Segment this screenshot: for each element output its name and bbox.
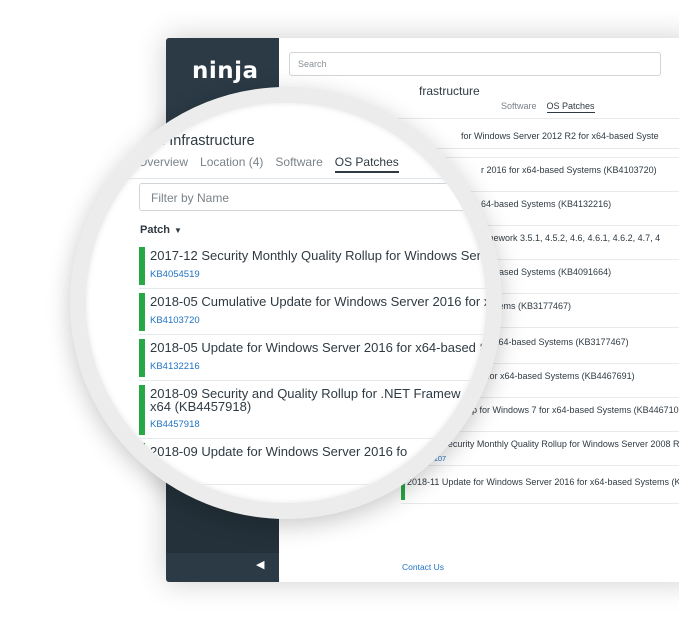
- patch-title: 2017-12 Security Monthly Quality Rollup …: [150, 248, 488, 263]
- page-title: ernal Infrastructure: [133, 133, 255, 149]
- ninja-logo[interactable]: ninja: [192, 58, 259, 84]
- patch-title: 64-based Systems (KB4132216): [481, 199, 612, 209]
- tab-software-bg[interactable]: Software: [501, 101, 537, 111]
- tab-overview[interactable]: Overview: [138, 155, 188, 169]
- magnifier-lens: ernal Infrastructure Overview Location (4…: [70, 87, 502, 519]
- sort-caret-icon: ▼: [173, 226, 182, 235]
- kb-link[interactable]: KB4132216: [150, 361, 200, 372]
- table-row[interactable]: 2018-05 Cumulative Update for Windows Se…: [139, 289, 486, 335]
- status-bar: [139, 293, 145, 331]
- status-bar: [139, 443, 145, 481]
- tab-software[interactable]: Software: [275, 155, 322, 169]
- table-row[interactable]: 2018-05 Update for Windows Server 2016 f…: [139, 335, 486, 381]
- patch-title-line2: x64 (KB4457918): [150, 399, 252, 414]
- filter-input[interactable]: Filter by Name: [139, 183, 486, 211]
- kb-link[interactable]: KB4103720: [150, 315, 200, 326]
- patch-header-label: Patch: [140, 224, 170, 236]
- tab-os-patches[interactable]: OS Patches: [334, 155, 399, 173]
- search-input[interactable]: Search: [289, 52, 661, 76]
- table-row[interactable]: 2018-09 Update for Windows Server 2016 f…: [139, 439, 486, 485]
- chevron-left-icon[interactable]: ◀: [256, 558, 264, 571]
- patch-title: amework 3.5.1, 4.5.2, 4.6, 4.6.1, 4.6.2,…: [481, 233, 661, 243]
- patch-title: r 2016 for x64-based Systems (KB4103720): [481, 165, 657, 175]
- tabs-background: Software OS Patches: [501, 101, 605, 113]
- table-row[interactable]: 2018-09 Security and Quality Rollup for …: [139, 381, 486, 439]
- patch-title: 2018-05 Cumulative Update for Windows Se…: [150, 294, 491, 309]
- patch-title: 2018-09 Update for Windows Server 2016 f…: [150, 444, 408, 459]
- table-row[interactable]: 2017-12 Security Monthly Quality Rollup …: [139, 243, 486, 289]
- contact-us-link[interactable]: Contact Us: [402, 562, 444, 572]
- status-bar: [139, 339, 145, 377]
- kb-link[interactable]: KB4457918: [150, 419, 200, 430]
- tab-bar: Overview Location (4) Software OS Patches: [138, 155, 411, 173]
- tab-location[interactable]: Location (4): [200, 155, 263, 169]
- status-bar: [139, 247, 145, 285]
- tab-os-patches-bg[interactable]: OS Patches: [546, 101, 595, 113]
- patch-title: for Windows Server 2012 R2 for x64-based…: [461, 131, 659, 141]
- page-title-background: frastructure: [419, 84, 480, 98]
- patch-title: 2018-05 Update for Windows Server 2016 f…: [150, 340, 489, 355]
- status-bar: [139, 385, 145, 435]
- kb-link[interactable]: KB4054519: [150, 269, 200, 280]
- patch-column-header[interactable]: Patch ▼: [140, 224, 182, 236]
- patch-title: 64-based Systems (KB4091664): [481, 267, 612, 277]
- tab-divider: [86, 178, 486, 179]
